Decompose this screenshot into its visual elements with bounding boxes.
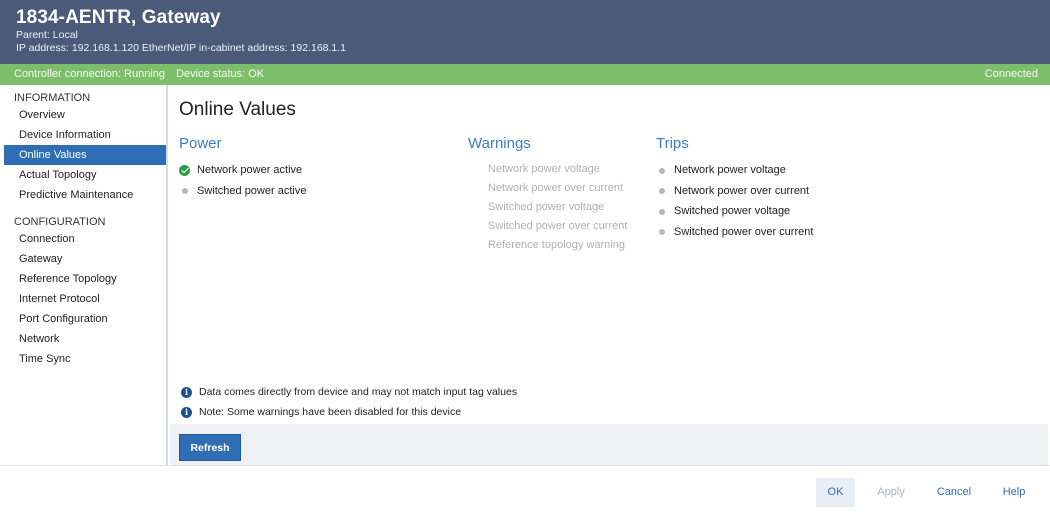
warning-item: Network power over current <box>488 182 624 194</box>
power-item-label: Switched power active <box>197 184 307 197</box>
trip-item-label: Switched power voltage <box>674 205 791 217</box>
sidebar-item-overview[interactable]: Overview <box>0 105 166 125</box>
apply-button[interactable]: Apply <box>871 478 911 507</box>
sidebar-item-internet-protocol[interactable]: Internet Protocol <box>0 289 166 309</box>
main-content: Online Values Power Network power active… <box>170 85 1048 424</box>
trip-item-label: Switched power over current <box>674 225 814 238</box>
cancel-button[interactable]: Cancel <box>932 478 976 507</box>
trip-item: Network power over current <box>656 181 813 202</box>
ok-button[interactable]: OK <box>816 478 855 507</box>
power-heading: Power <box>179 135 222 152</box>
sidebar-item-time-sync[interactable]: Time Sync <box>0 349 166 369</box>
refresh-button[interactable]: Refresh <box>179 434 241 461</box>
sidebar-item-predictive-maintenance[interactable]: Predictive Maintenance <box>0 185 166 205</box>
sidebar-item-port-configuration[interactable]: Port Configuration <box>0 309 166 329</box>
notes: i Data comes directly from device and ma… <box>181 382 517 422</box>
trip-item-label: Network power voltage <box>674 164 786 176</box>
parent-label: Parent: Local <box>16 29 78 41</box>
trip-item: Network power voltage <box>656 160 813 181</box>
sidebar-item-online-values[interactable]: Online Values <box>4 145 166 165</box>
page-title: Online Values <box>179 99 296 120</box>
connected-status: Connected <box>984 68 1038 80</box>
info-icon: i <box>181 406 192 418</box>
trip-item: Switched power voltage <box>656 201 813 222</box>
warnings-heading: Warnings <box>468 135 531 152</box>
status-bar: Controller connection: Running Device st… <box>0 64 1050 85</box>
warning-item: Switched power voltage <box>488 201 605 213</box>
dot-icon <box>656 185 667 196</box>
trip-item: Switched power over current <box>656 222 813 243</box>
trips-column: Trips Network power voltage Network powe… <box>656 135 813 242</box>
sidebar-section-information: INFORMATION <box>14 92 91 104</box>
warning-item: Network power voltage <box>488 163 600 175</box>
warnings-column: Warnings Network power voltage Network p… <box>468 135 627 255</box>
help-button[interactable]: Help <box>998 478 1030 507</box>
power-item-label: Network power active <box>197 164 303 176</box>
warning-item: Switched power over current <box>488 220 628 232</box>
controller-status: Controller connection: Running <box>14 68 166 80</box>
trip-item-label: Network power over current <box>674 184 810 197</box>
power-item-network: Network power active <box>179 160 306 181</box>
address-label: IP address: 192.168.1.120 EtherNet/IP in… <box>16 42 347 54</box>
power-column: Power Network power active Switched powe… <box>179 135 306 201</box>
dot-icon <box>656 206 667 217</box>
note-data-source: i Data comes directly from device and ma… <box>181 382 517 402</box>
dot-icon <box>179 185 190 196</box>
sidebar-section-configuration: CONFIGURATION <box>14 216 106 228</box>
sidebar-item-connection[interactable]: Connection <box>0 229 166 249</box>
check-icon <box>179 164 190 176</box>
refresh-bar: Refresh <box>170 424 1048 465</box>
power-item-switched: Switched power active <box>179 181 306 202</box>
dialog-footer: OK Apply Cancel Help <box>0 466 1050 529</box>
sidebar-item-network[interactable]: Network <box>0 329 166 349</box>
note-text: Note: Some warnings have been disabled f… <box>199 406 462 418</box>
device-status: Device status: OK <box>176 68 265 80</box>
info-icon: i <box>181 386 192 398</box>
sidebar-item-reference-topology[interactable]: Reference Topology <box>0 269 166 289</box>
note-text: Data comes directly from device and may … <box>199 386 518 398</box>
sidebar-item-actual-topology[interactable]: Actual Topology <box>0 165 166 185</box>
dot-icon <box>656 226 667 237</box>
trips-heading: Trips <box>656 135 689 152</box>
sidebar-item-device-information[interactable]: Device Information <box>0 125 166 145</box>
sidebar-item-gateway[interactable]: Gateway <box>0 249 166 269</box>
dot-icon <box>656 165 667 176</box>
device-title: 1834-AENTR, Gateway <box>16 7 221 28</box>
warning-item: Reference topology warning <box>488 239 625 251</box>
note-warnings-disabled: i Note: Some warnings have been disabled… <box>181 402 517 422</box>
window-header: 1834-AENTR, Gateway Parent: Local IP add… <box>0 0 1050 64</box>
sidebar: INFORMATION Overview Device Information … <box>0 85 168 465</box>
